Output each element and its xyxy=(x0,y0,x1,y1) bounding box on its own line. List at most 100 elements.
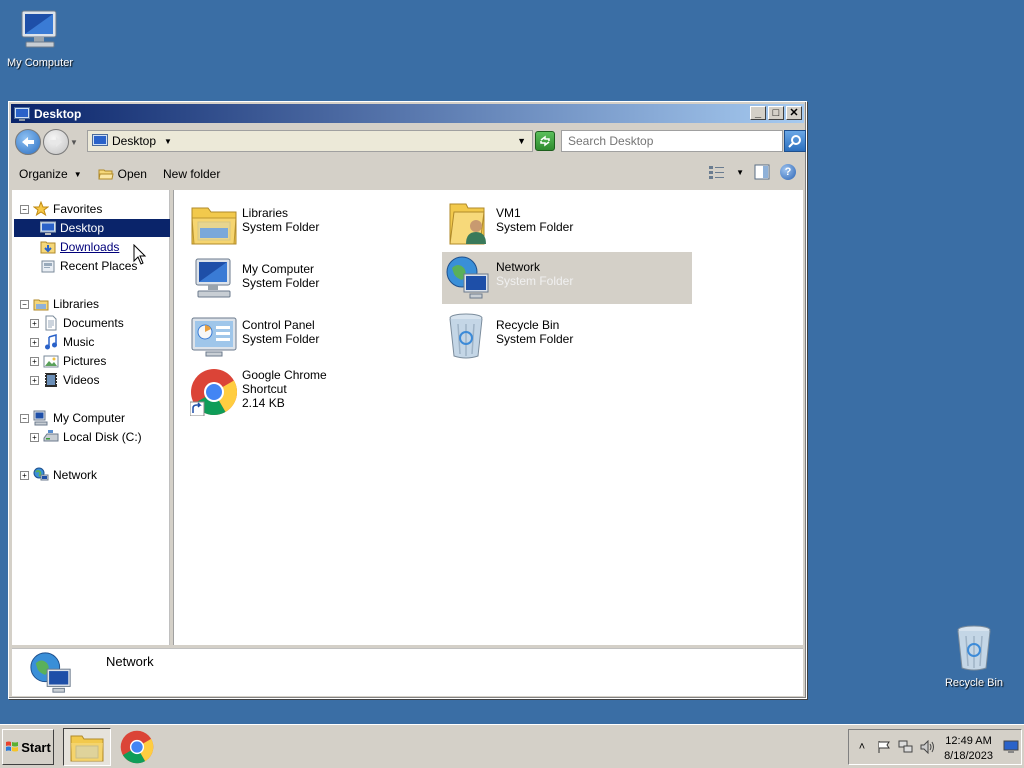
forward-button[interactable] xyxy=(43,129,69,155)
tree-item-local-disk[interactable]: + Local Disk (C:) xyxy=(30,428,142,446)
new-folder-button[interactable]: New folder xyxy=(155,162,228,186)
clock-date: 8/18/2023 xyxy=(944,750,993,762)
music-icon xyxy=(43,334,59,350)
tree-item-downloads[interactable]: Downloads xyxy=(40,238,119,256)
minimize-button[interactable]: _ xyxy=(750,106,766,120)
tree-item-my-computer[interactable]: − My Computer xyxy=(20,409,125,427)
collapse-toggle[interactable]: − xyxy=(20,299,29,309)
tree-item-documents[interactable]: + Documents xyxy=(30,314,124,332)
item-type: Shortcut xyxy=(242,382,287,396)
expand-toggle[interactable]: + xyxy=(30,337,39,347)
recent-places-icon xyxy=(40,258,56,274)
network-icon xyxy=(444,254,492,302)
tree-item-desktop[interactable]: Desktop xyxy=(14,219,170,237)
desktop-icon xyxy=(92,134,108,146)
show-desktop-button[interactable] xyxy=(1003,740,1019,757)
videos-icon xyxy=(43,372,59,388)
tree-item-network[interactable]: + Network xyxy=(20,466,97,484)
recent-pages-dropdown[interactable]: ▼ xyxy=(69,132,79,152)
item-libraries[interactable]: Libraries System Folder xyxy=(190,198,440,250)
search-input[interactable] xyxy=(561,130,783,152)
folder-open-icon xyxy=(98,169,114,180)
command-bar: Organize ▼ Open New folder ▼ ? xyxy=(11,160,804,188)
preview-pane-icon[interactable] xyxy=(754,164,770,180)
monitor-icon xyxy=(1003,740,1019,753)
item-size: 2.14 KB xyxy=(242,396,285,410)
tree-label: Music xyxy=(63,335,95,349)
navigation-bar: ▼ Desktop ▼ ▼ xyxy=(11,126,806,158)
search-button[interactable] xyxy=(784,130,806,152)
start-label: Start xyxy=(21,739,51,755)
desktop-icon-my-computer[interactable]: My Computer xyxy=(0,8,80,69)
item-recycle-bin[interactable]: Recycle Bin System Folder xyxy=(444,310,694,362)
tree-item-music[interactable]: + Music xyxy=(30,333,94,351)
back-button[interactable] xyxy=(15,129,41,155)
item-google-chrome[interactable]: Google Chrome Shortcut 2.14 KB xyxy=(189,366,440,422)
tree-label: Documents xyxy=(63,316,124,330)
star-icon xyxy=(33,201,49,217)
item-control-panel[interactable]: Control Panel System Folder xyxy=(190,310,440,362)
item-name: Control Panel xyxy=(242,318,315,332)
view-options-icon[interactable] xyxy=(708,164,726,180)
item-network[interactable]: Network System Folder xyxy=(442,252,692,304)
chevron-down-icon[interactable]: ▼ xyxy=(164,137,172,146)
chevron-down-icon: ▼ xyxy=(73,169,82,179)
volume-icon[interactable] xyxy=(919,738,937,756)
organize-button[interactable]: Organize ▼ xyxy=(11,162,90,186)
flag-icon[interactable] xyxy=(875,738,893,756)
open-button[interactable]: Open xyxy=(90,162,155,186)
tree-label: Downloads xyxy=(60,240,120,254)
item-type: System Folder xyxy=(242,276,320,290)
maximize-button[interactable]: □ xyxy=(768,106,784,120)
refresh-button[interactable] xyxy=(535,131,555,151)
item-type: System Folder xyxy=(496,220,574,234)
address-dropdown-button[interactable]: ▼ xyxy=(517,136,526,146)
mouse-cursor-icon xyxy=(133,244,147,265)
refresh-icon xyxy=(540,135,550,147)
item-type: System Folder xyxy=(496,332,574,346)
libraries-icon xyxy=(33,296,49,312)
taskbar-explorer-button[interactable] xyxy=(63,728,111,766)
downloads-folder-icon xyxy=(40,239,56,255)
tree-item-pictures[interactable]: + Pictures xyxy=(30,352,106,370)
close-button[interactable]: ✕ xyxy=(786,106,802,120)
address-location[interactable]: Desktop xyxy=(112,134,156,148)
title-bar[interactable]: Desktop _ □ ✕ xyxy=(11,104,804,123)
expand-toggle[interactable]: + xyxy=(30,432,39,442)
tree-item-videos[interactable]: + Videos xyxy=(30,371,99,389)
start-button[interactable]: Start xyxy=(2,729,54,765)
computer-icon xyxy=(33,410,49,426)
expand-toggle[interactable]: + xyxy=(30,318,39,328)
desktop-icon-recycle-bin[interactable]: Recycle Bin xyxy=(934,624,1014,689)
item-name: Network xyxy=(496,260,541,274)
collapse-toggle[interactable]: − xyxy=(20,204,29,214)
chevron-down-icon[interactable]: ▼ xyxy=(736,168,744,177)
details-pane: Network xyxy=(12,648,803,696)
chrome-icon xyxy=(189,368,238,417)
item-vm1[interactable]: VM1 System Folder xyxy=(444,198,694,250)
item-type: System Folder xyxy=(242,332,320,346)
network-icon xyxy=(28,650,74,696)
expand-toggle[interactable]: + xyxy=(30,375,39,385)
address-bar[interactable]: Desktop ▼ ▼ xyxy=(87,130,533,152)
clock[interactable]: 12:49 AM 8/18/2023 xyxy=(944,734,993,764)
tree-label: Pictures xyxy=(63,354,107,368)
window-title: Desktop xyxy=(34,106,82,121)
taskbar-chrome-button[interactable] xyxy=(113,728,161,766)
tree-item-favorites[interactable]: − Favorites xyxy=(20,200,102,218)
tree-item-recent-places[interactable]: Recent Places xyxy=(40,257,137,275)
item-type: System Folder xyxy=(242,220,320,234)
item-name: VM1 xyxy=(496,206,521,220)
tree-label: Videos xyxy=(63,373,100,387)
explorer-folder-icon xyxy=(70,735,104,762)
item-name: My Computer xyxy=(242,262,315,276)
help-icon[interactable]: ? xyxy=(780,164,796,180)
expand-toggle[interactable]: + xyxy=(30,356,39,366)
expand-toggle[interactable]: + xyxy=(20,470,29,480)
tree-item-libraries[interactable]: − Libraries xyxy=(20,295,99,313)
show-hidden-icons-button[interactable]: ˄ xyxy=(853,738,871,756)
item-my-computer[interactable]: My Computer System Folder xyxy=(190,254,440,306)
collapse-toggle[interactable]: − xyxy=(20,413,29,423)
tree-label: Desktop xyxy=(60,221,105,235)
network-status-icon[interactable] xyxy=(897,738,915,756)
